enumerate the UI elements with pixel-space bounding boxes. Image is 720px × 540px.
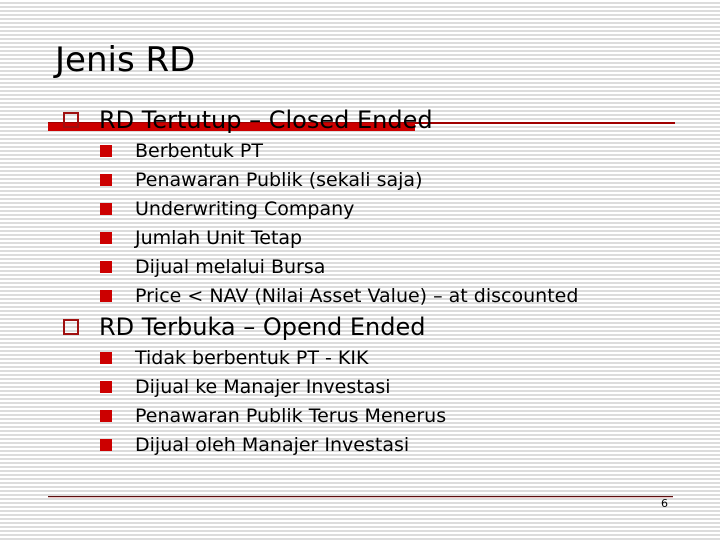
filled-square-bullet-icon xyxy=(100,352,112,364)
list-item: Berbentuk PT xyxy=(100,137,263,165)
list-item: Penawaran Publik (sekali saja) xyxy=(100,166,423,194)
list-item-text: Jumlah Unit Tetap xyxy=(135,227,303,249)
filled-square-bullet-icon xyxy=(100,290,112,302)
list-item-text: Underwriting Company xyxy=(135,198,355,220)
filled-square-bullet-icon xyxy=(100,439,112,451)
list-item-text: Dijual oleh Manajer Investasi xyxy=(135,434,410,456)
hollow-square-bullet-icon xyxy=(63,112,79,128)
slide-title: Jenis RD xyxy=(55,40,196,80)
list-item: Dijual ke Manajer Investasi xyxy=(100,373,391,401)
list-item-text: Tidak berbentuk PT - KIK xyxy=(135,347,369,369)
list-item-text: Berbentuk PT xyxy=(135,140,263,162)
filled-square-bullet-icon xyxy=(100,381,112,393)
list-item: Penawaran Publik Terus Menerus xyxy=(100,402,446,430)
list-item: Price < NAV (Nilai Asset Value) – at dis… xyxy=(100,282,578,310)
list-item-text: Dijual ke Manajer Investasi xyxy=(135,376,391,398)
page-number: 6 xyxy=(661,497,668,510)
list-item: Underwriting Company xyxy=(100,195,354,223)
section-heading-text: RD Tertutup – Closed Ended xyxy=(99,106,433,134)
slide: Jenis RD RD Tertutup – Closed Ended Berb… xyxy=(0,0,720,540)
section-heading-text: RD Terbuka – Opend Ended xyxy=(99,313,426,341)
footer-divider xyxy=(48,496,673,497)
list-item: Jumlah Unit Tetap xyxy=(100,224,302,252)
section-heading-open-ended: RD Terbuka – Opend Ended xyxy=(63,313,425,341)
filled-square-bullet-icon xyxy=(100,261,112,273)
section-heading-closed-ended: RD Tertutup – Closed Ended xyxy=(63,106,433,134)
filled-square-bullet-icon xyxy=(100,145,112,157)
list-item-text: Penawaran Publik Terus Menerus xyxy=(135,405,447,427)
list-item-text: Price < NAV (Nilai Asset Value) – at dis… xyxy=(135,285,579,307)
hollow-square-bullet-icon xyxy=(63,319,79,335)
list-item-text: Dijual melalui Bursa xyxy=(135,256,326,278)
filled-square-bullet-icon xyxy=(100,174,112,186)
list-item: Dijual oleh Manajer Investasi xyxy=(100,431,409,459)
filled-square-bullet-icon xyxy=(100,410,112,422)
list-item: Tidak berbentuk PT - KIK xyxy=(100,344,368,372)
filled-square-bullet-icon xyxy=(100,203,112,215)
filled-square-bullet-icon xyxy=(100,232,112,244)
list-item-text: Penawaran Publik (sekali saja) xyxy=(135,169,423,191)
list-item: Dijual melalui Bursa xyxy=(100,253,325,281)
